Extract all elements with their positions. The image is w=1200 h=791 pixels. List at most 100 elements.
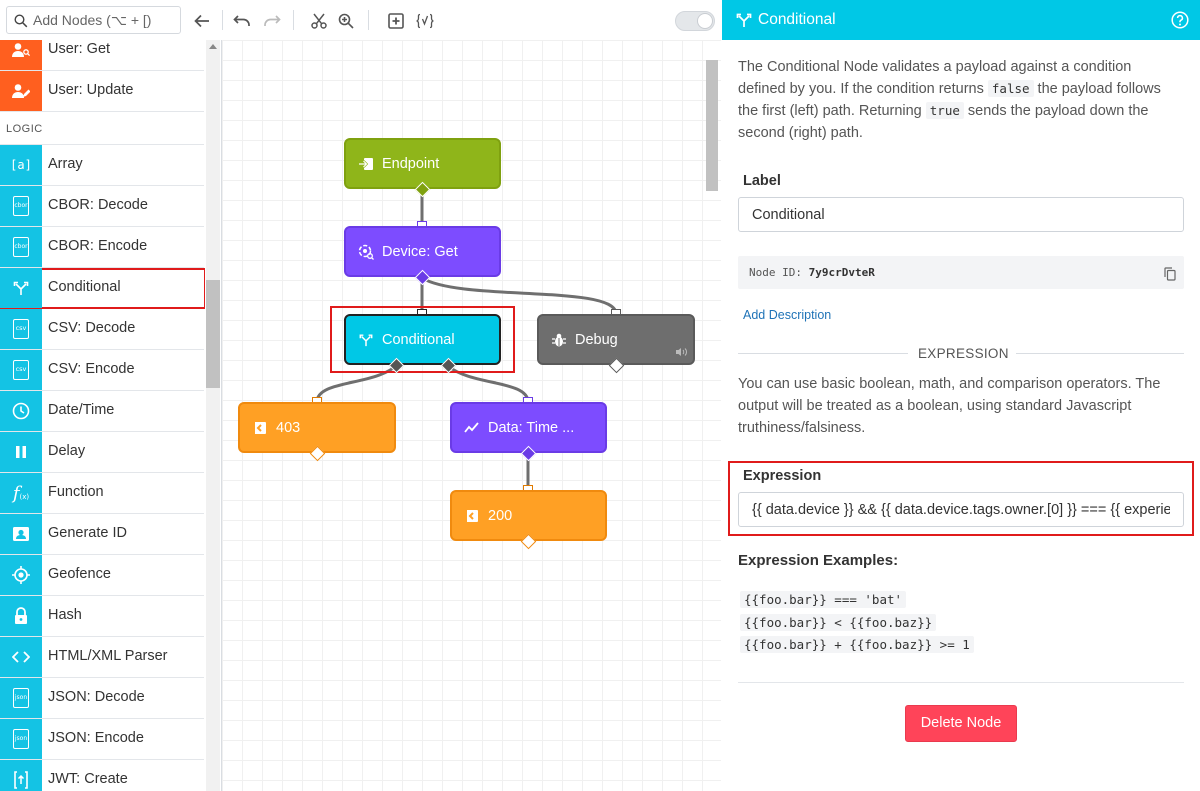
device-get-icon bbox=[358, 244, 374, 260]
user-get-icon bbox=[0, 40, 42, 70]
expression-example: {{foo.bar}} < {{foo.baz}} bbox=[740, 613, 937, 631]
palette-item-label: Geofence bbox=[48, 566, 111, 582]
code-false: false bbox=[987, 80, 1034, 97]
search-input[interactable] bbox=[33, 10, 178, 30]
palette-item-label: User: Get bbox=[48, 41, 111, 57]
toolbar-divider bbox=[368, 10, 369, 30]
delete-node-button[interactable]: Delete Node bbox=[905, 705, 1017, 742]
palette-item-array[interactable]: [a] Array bbox=[0, 145, 204, 186]
palette-item-label: JSON: Encode bbox=[48, 730, 144, 746]
node-search[interactable] bbox=[6, 6, 181, 34]
back-button[interactable] bbox=[191, 10, 213, 32]
zoom-in-icon bbox=[338, 13, 354, 29]
toolbar-divider bbox=[293, 10, 294, 30]
divider-line bbox=[738, 353, 908, 354]
toggle-knob bbox=[697, 13, 713, 29]
section-title: LOGIC bbox=[6, 123, 43, 135]
node-id-text: Node ID: 7y9crDvteR bbox=[749, 266, 875, 279]
node-label: Conditional bbox=[382, 332, 455, 348]
help-icon[interactable] bbox=[1171, 11, 1189, 29]
node-id-box: Node ID: 7y9crDvteR bbox=[738, 256, 1184, 289]
csv-icon: csv bbox=[0, 309, 42, 349]
scrollbar-thumb[interactable] bbox=[706, 60, 718, 191]
undo-button[interactable] bbox=[231, 10, 253, 32]
palette-item-user-update[interactable]: User: Update bbox=[0, 71, 204, 112]
node-label: 200 bbox=[488, 508, 513, 524]
expression-example: {{foo.bar}} + {{foo.baz}} >= 1 bbox=[740, 636, 974, 653]
palette-item-generate-id[interactable]: Generate ID bbox=[0, 514, 204, 555]
palette-item-conditional[interactable]: Conditional bbox=[0, 268, 205, 309]
copy-icon[interactable] bbox=[1164, 267, 1176, 281]
code-true: true bbox=[925, 102, 964, 119]
wire-device-debug bbox=[421, 276, 618, 315]
palette-item-json-encode[interactable]: json JSON: Encode bbox=[0, 719, 204, 760]
palette-item-json-decode[interactable]: json JSON: Decode bbox=[0, 678, 204, 719]
palette-item-jwt-create[interactable]: JWT: Create bbox=[0, 760, 204, 791]
node-label: 403 bbox=[276, 420, 301, 436]
palette-item-label: JWT: Create bbox=[48, 771, 128, 787]
jwt-icon bbox=[0, 760, 42, 791]
palette-item-label: CSV: Encode bbox=[48, 361, 135, 377]
palette-item-label: Hash bbox=[48, 607, 82, 623]
palette-item-csv-encode[interactable]: csv CSV: Encode bbox=[0, 350, 204, 391]
add-node-button[interactable] bbox=[385, 10, 407, 32]
palette-item-label: CSV: Decode bbox=[48, 320, 136, 336]
palette-item-label: Date/Time bbox=[48, 402, 115, 418]
palette-item-hash[interactable]: Hash bbox=[0, 596, 204, 637]
palette-item-user-get[interactable]: User: Get bbox=[0, 40, 204, 71]
csv-icon: csv bbox=[0, 350, 42, 390]
panel-title: Conditional bbox=[758, 11, 836, 28]
line-chart-icon bbox=[464, 420, 480, 436]
palette-item-label: CBOR: Decode bbox=[48, 197, 148, 213]
expression-button[interactable] bbox=[414, 10, 436, 32]
cut-button[interactable] bbox=[308, 10, 330, 32]
add-description-link[interactable]: Add Description bbox=[743, 308, 831, 322]
user-update-icon bbox=[0, 71, 42, 111]
node-palette: User: Get User: Update LOGIC [a] Array c… bbox=[0, 0, 222, 791]
palette-item-label: Delay bbox=[48, 443, 86, 459]
palette-item-label: CBOR: Encode bbox=[48, 238, 148, 254]
palette-item-geofence[interactable]: Geofence bbox=[0, 555, 204, 596]
canvas-scrollbar[interactable] bbox=[706, 60, 718, 791]
node-properties-panel: Conditional The Conditional Node validat… bbox=[722, 0, 1200, 791]
redo-icon bbox=[264, 15, 281, 26]
canvas-toggle[interactable] bbox=[675, 11, 715, 31]
palette-item-csv-decode[interactable]: csv CSV: Decode bbox=[0, 309, 204, 350]
palette-item-label: Function bbox=[48, 484, 104, 500]
id-card-icon bbox=[0, 514, 42, 554]
scrollbar-thumb[interactable] bbox=[206, 280, 220, 388]
palette-scrollbar[interactable] bbox=[206, 40, 220, 791]
palette-item-html-xml-parser[interactable]: HTML/XML Parser bbox=[0, 637, 204, 678]
divider-line bbox=[1016, 353, 1184, 354]
workflow-canvas[interactable]: Endpoint Device: Get Conditional Debug 4… bbox=[222, 40, 721, 791]
label-input[interactable] bbox=[738, 197, 1184, 232]
response-icon bbox=[252, 420, 268, 436]
palette-item-cbor-encode[interactable]: cbor CBOR: Encode bbox=[0, 227, 204, 268]
wire-conditional-403 bbox=[315, 364, 397, 403]
wire-conditional-data-time bbox=[447, 364, 530, 403]
palette-item-label: Generate ID bbox=[48, 525, 127, 541]
palette-item-function[interactable]: f (x) Function bbox=[0, 473, 204, 514]
palette-list: User: Get User: Update LOGIC [a] Array c… bbox=[0, 40, 205, 791]
conditional-icon bbox=[358, 332, 374, 348]
palette-item-delay[interactable]: Delay bbox=[0, 432, 204, 473]
code-icon bbox=[0, 637, 42, 677]
expression-section-divider: EXPRESSION bbox=[738, 346, 1184, 362]
node-label: Device: Get bbox=[382, 244, 458, 260]
scroll-up-arrow-icon[interactable] bbox=[209, 44, 217, 49]
array-icon: [a] bbox=[0, 145, 42, 185]
palette-item-date-time[interactable]: Date/Time bbox=[0, 391, 204, 432]
zoom-button[interactable] bbox=[335, 10, 357, 32]
node-conditional[interactable]: Conditional bbox=[344, 314, 501, 365]
palette-item-cbor-decode[interactable]: cbor CBOR: Decode bbox=[0, 186, 204, 227]
arrow-left-icon bbox=[194, 14, 209, 28]
node-label: Endpoint bbox=[382, 156, 440, 172]
conditional-icon bbox=[736, 13, 752, 27]
curly-braces-icon bbox=[416, 13, 434, 29]
redo-button[interactable] bbox=[261, 10, 283, 32]
node-label: Data: Time ... bbox=[488, 420, 575, 436]
palette-item-label: JSON: Decode bbox=[48, 689, 145, 705]
expression-examples-list: {{foo.bar}} === 'bat' {{foo.bar}} < {{fo… bbox=[740, 591, 974, 659]
undo-icon bbox=[233, 15, 250, 26]
expression-input[interactable] bbox=[738, 492, 1184, 527]
